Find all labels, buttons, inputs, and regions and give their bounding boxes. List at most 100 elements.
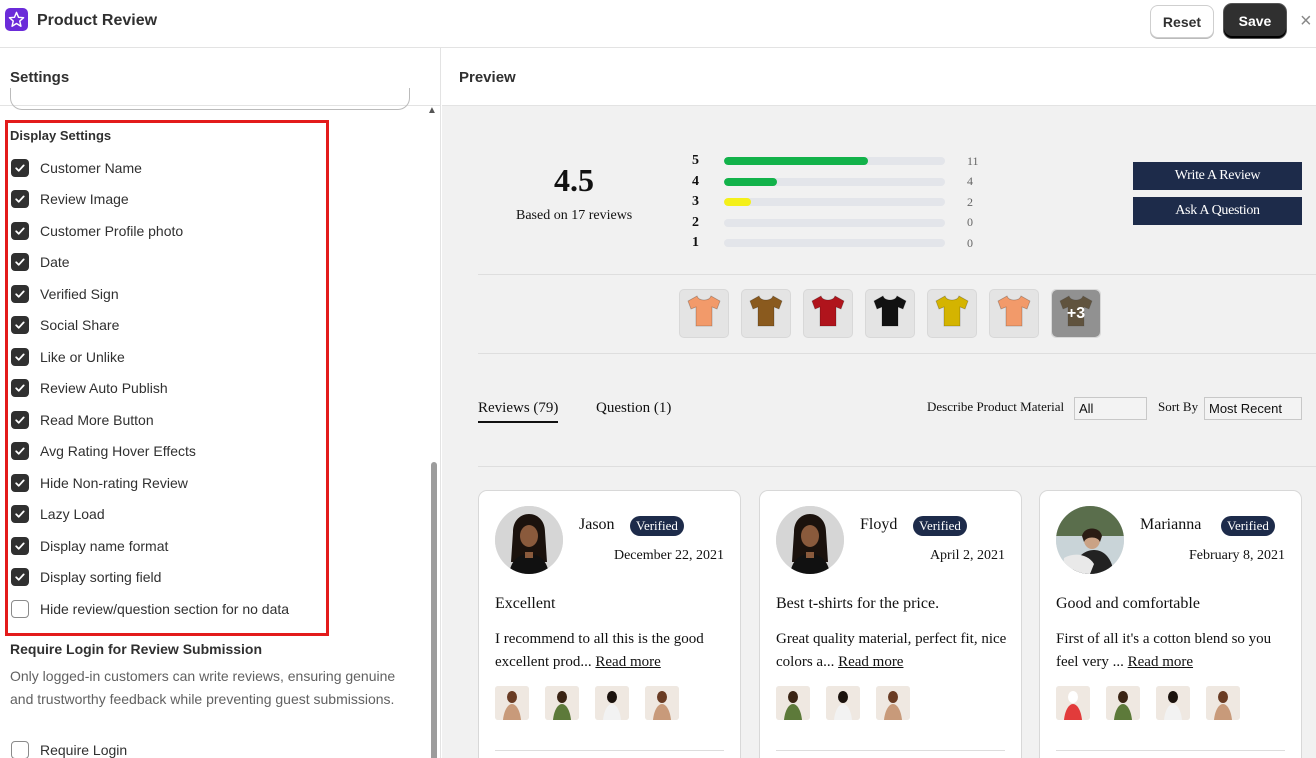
checkbox-checked[interactable]	[11, 442, 29, 461]
checkbox-checked[interactable]	[11, 536, 29, 555]
checkbox-checked[interactable]	[11, 347, 29, 366]
display-option-row[interactable]: Verified Sign	[11, 278, 289, 310]
rating-star-number: 1	[692, 235, 699, 251]
product-thumbnail[interactable]	[927, 289, 977, 338]
rating-count: 0	[967, 235, 973, 250]
review-card: Floyd Verified April 2, 2021 Best t-shirts …	[759, 490, 1022, 758]
review-body: Great quality material, perfect fit, nic…	[776, 628, 1012, 674]
checkbox-checked[interactable]	[11, 379, 29, 398]
write-review-button[interactable]: Write A Review	[1133, 162, 1302, 190]
checkbox-unchecked[interactable]	[11, 599, 29, 618]
material-filter-select[interactable]: All	[1074, 397, 1147, 420]
review-title: Excellent	[495, 595, 556, 612]
product-thumbnail[interactable]	[741, 289, 791, 338]
review-image[interactable]	[826, 686, 860, 720]
checkbox-checked[interactable]	[11, 568, 29, 587]
checkbox-checked[interactable]	[11, 284, 29, 303]
preview-pane: Preview 4.5 Based on 17 reviews 5 11 4 4 3 2 2…	[442, 48, 1316, 758]
product-thumbnails: +3	[679, 289, 1113, 338]
display-option-row[interactable]: Hide review/question section for no data	[11, 593, 289, 625]
checkbox-checked[interactable]	[11, 473, 29, 492]
product-thumbnail[interactable]	[679, 289, 729, 338]
display-option-row[interactable]: Review Auto Publish	[11, 373, 289, 405]
rating-bar	[724, 177, 945, 186]
rating-bar	[724, 239, 945, 248]
require-login-option[interactable]: Require Login	[11, 741, 127, 758]
read-more-link[interactable]: Read more	[838, 654, 903, 670]
tshirt-icon	[994, 291, 1034, 336]
display-option-row[interactable]: Read More Button	[11, 404, 289, 436]
display-options-list: Customer Name Review Image Customer Profil…	[11, 152, 289, 625]
review-image[interactable]	[1056, 686, 1090, 720]
rating-bar-fill	[724, 177, 778, 186]
product-thumbnail[interactable]	[989, 289, 1039, 338]
read-more-link[interactable]: Read more	[1128, 654, 1193, 670]
display-option-row[interactable]: Social Share	[11, 310, 289, 342]
display-option-label: Lazy Load	[40, 506, 105, 523]
close-icon[interactable]: ×	[1300, 10, 1312, 33]
display-option-row[interactable]: Avg Rating Hover Effects	[11, 436, 289, 468]
display-option-row[interactable]: Lazy Load	[11, 499, 289, 531]
rating-star-number: 3	[692, 194, 699, 210]
product-thumbnail[interactable]	[803, 289, 853, 338]
review-body: I recommend to all this is the good exce…	[495, 628, 731, 674]
more-images-overlay: +3	[1052, 290, 1100, 337]
require-login-label: Require Login	[40, 742, 128, 758]
display-option-row[interactable]: Customer Profile photo	[11, 215, 289, 247]
review-image[interactable]	[776, 686, 810, 720]
review-body: First of all it's a cotton blend so you …	[1056, 628, 1292, 674]
tab-reviews[interactable]: Reviews (79)	[478, 400, 559, 423]
checkbox-checked[interactable]	[11, 221, 29, 240]
scroll-up-arrow-icon[interactable]: ▲	[427, 105, 437, 116]
display-option-row[interactable]: Hide Non-rating Review	[11, 467, 289, 499]
display-option-row[interactable]: Date	[11, 247, 289, 279]
top-bar: Product Review Reset Save ×	[0, 0, 1316, 48]
review-image[interactable]	[1156, 686, 1190, 720]
checkbox-checked[interactable]	[11, 316, 29, 335]
review-image[interactable]	[1106, 686, 1140, 720]
checkbox-checked[interactable]	[11, 158, 29, 177]
review-image[interactable]	[876, 686, 910, 720]
checkbox-checked[interactable]	[11, 190, 29, 209]
reset-button[interactable]: Reset	[1150, 5, 1214, 38]
rating-count: 4	[967, 174, 973, 189]
display-option-label: Hide Non-rating Review	[40, 474, 188, 491]
partial-input-field[interactable]	[10, 88, 410, 110]
display-option-label: Read More Button	[40, 411, 154, 428]
preview-header: Preview	[442, 48, 1316, 106]
avatar	[495, 506, 563, 574]
rating-bar	[724, 198, 945, 207]
product-thumbnail[interactable]: +3	[1051, 289, 1101, 338]
based-on-count: Based on 17 reviews	[516, 208, 633, 223]
review-image[interactable]	[1206, 686, 1240, 720]
read-more-link[interactable]: Read more	[595, 654, 660, 670]
save-button[interactable]: Save	[1224, 4, 1286, 38]
rating-star-number: 4	[692, 173, 699, 189]
material-filter-label: Describe Product Material	[927, 399, 1065, 414]
avatar	[776, 506, 844, 574]
rating-star-number: 2	[692, 214, 699, 230]
checkbox-checked[interactable]	[11, 505, 29, 524]
display-option-row[interactable]: Review Image	[11, 184, 289, 216]
divider	[478, 274, 1316, 275]
product-thumbnail[interactable]	[865, 289, 915, 338]
tshirt-icon	[932, 291, 972, 336]
ask-question-button[interactable]: Ask A Question	[1133, 197, 1302, 225]
sort-by-select[interactable]: Most Recent	[1204, 397, 1302, 420]
rating-bar-fill	[724, 198, 751, 207]
tab-question[interactable]: Question (1)	[596, 400, 671, 417]
display-option-row[interactable]: Like or Unlike	[11, 341, 289, 373]
review-image[interactable]	[495, 686, 529, 720]
display-option-label: Customer Name	[40, 159, 142, 176]
display-option-row[interactable]: Display sorting field	[11, 562, 289, 594]
review-image[interactable]	[545, 686, 579, 720]
checkbox-checked[interactable]	[11, 410, 29, 429]
require-login-checkbox[interactable]	[11, 741, 29, 758]
review-image[interactable]	[645, 686, 679, 720]
reviewer-name: Marianna	[1140, 516, 1202, 533]
display-option-row[interactable]: Display name format	[11, 530, 289, 562]
display-option-row[interactable]: Customer Name	[11, 152, 289, 184]
checkbox-checked[interactable]	[11, 253, 29, 272]
review-image[interactable]	[595, 686, 629, 720]
scrollbar-thumb[interactable]	[431, 462, 437, 758]
